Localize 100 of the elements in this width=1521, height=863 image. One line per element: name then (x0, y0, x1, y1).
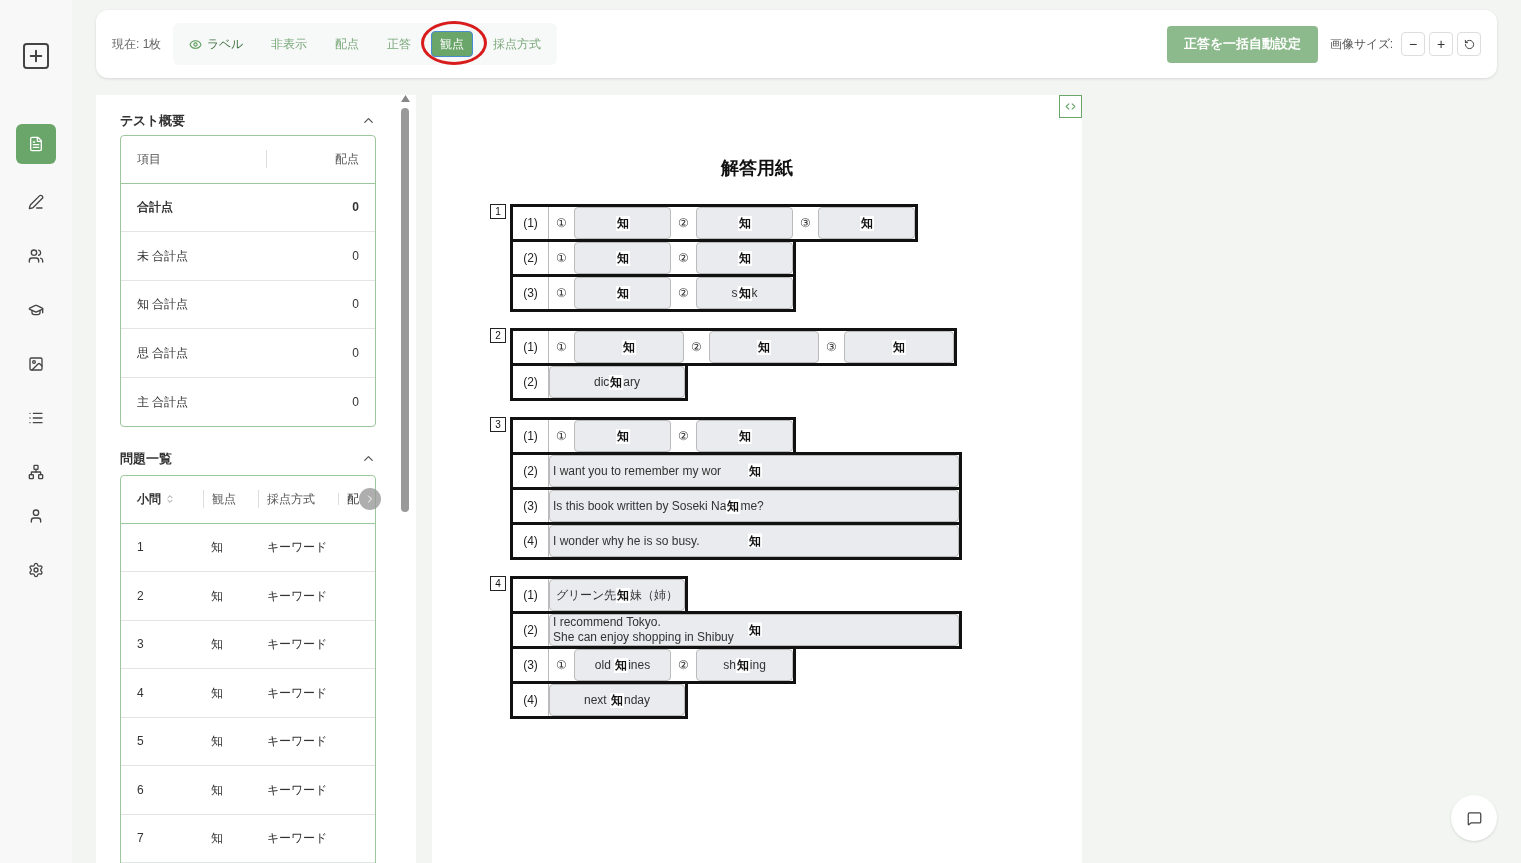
nav-button[interactable] (20, 40, 52, 72)
question-number: 1 (490, 204, 506, 219)
hierarchy-icon (28, 464, 44, 480)
viewpoint-badge: 知 (748, 622, 762, 637)
table-cell-text: キーワード (267, 539, 327, 557)
fit-width-button[interactable] (1059, 95, 1082, 118)
answer-text: 妹（姉） (630, 587, 678, 604)
size-button[interactable]: + (1429, 32, 1453, 56)
expand-width-icon (1064, 100, 1077, 113)
eye-icon (189, 37, 203, 51)
viewpoint-badge: 知 (609, 374, 624, 390)
sub-number: ① (555, 285, 568, 302)
viewpoint-badge: 知 (737, 428, 752, 444)
answer-text: dic (594, 374, 610, 391)
viewpoint-badge: 知 (614, 657, 629, 673)
current-sheet-label: 現在: 1枚 (112, 36, 162, 53)
pen-icon (28, 194, 44, 210)
mode-tab[interactable]: 採点方式 (485, 31, 550, 57)
table-cell-text: 未 合計点 (137, 247, 189, 265)
viewpoint-badge: 知 (737, 285, 752, 301)
answer-text: I recommend Tokyo. (553, 615, 661, 630)
table-cell-text: キーワード (267, 684, 327, 702)
sub-number: ② (690, 339, 703, 356)
table-cell-text: 0 (352, 344, 359, 362)
table-cell-text: 2 (137, 587, 145, 605)
viewpoint-badge: 知 (757, 339, 771, 355)
table-cell-text: 7 (137, 830, 145, 848)
document-icon (28, 136, 44, 152)
viewpoint-badge: 知 (622, 339, 636, 355)
sub-number: ① (555, 215, 568, 232)
sub-number: ③ (825, 339, 838, 356)
reset-size-button[interactable] (1457, 32, 1481, 56)
sub-number: ① (555, 250, 568, 267)
viewpoint-badge: 知 (748, 533, 762, 548)
sheet-title: 解答用紙 (721, 157, 793, 180)
sub-number: ② (677, 285, 690, 302)
size-button[interactable]: − (1401, 32, 1425, 56)
mode-tab[interactable]: 正答 (379, 31, 420, 57)
table-cell-text: 知 (211, 781, 224, 799)
table-cell-text: 6 (137, 781, 145, 799)
mode-tab[interactable]: 観点 (431, 31, 474, 57)
table-cell-text: 主 合計点 (137, 393, 189, 411)
table-cell-text: 0 (352, 393, 359, 411)
viewpoint-badge: 知 (737, 250, 752, 266)
column-header: 観点 (202, 490, 259, 508)
table-cell-text: 知 (211, 587, 224, 605)
image-icon (28, 356, 44, 372)
answer-text: s (731, 285, 738, 302)
table-cell-text: 4 (137, 684, 145, 702)
table-cell-text: キーワード (267, 830, 327, 848)
sub-number: ① (555, 657, 568, 674)
answer-text: old (594, 657, 612, 674)
viewpoint-badge: 知 (748, 463, 762, 478)
table-cell-text: 知 合計点 (137, 296, 189, 314)
table-cell-text: 0 (352, 199, 359, 217)
reset-icon (1463, 38, 1475, 50)
table-cell-text: 知 (211, 636, 224, 654)
chat-button[interactable] (1451, 795, 1497, 841)
table-cell-text: キーワード (267, 781, 327, 799)
table-cell-text: キーワード (267, 587, 327, 605)
answer-text: k (751, 285, 758, 302)
table-cell-text: キーワード (267, 636, 327, 654)
table-cell-text: 0 (352, 247, 359, 265)
image-size-label: 画像サイズ: (1329, 36, 1393, 53)
viewpoint-badge: 知 (615, 215, 630, 231)
viewpoint-badge: 知 (892, 339, 906, 355)
column-header: 配点 (334, 151, 359, 168)
answer-text: ines (628, 657, 651, 674)
column-header[interactable]: 小問 (137, 490, 203, 508)
viewpoint-badge: 知 (735, 657, 750, 673)
mode-tab[interactable]: ラベル (181, 31, 252, 57)
viewpoint-badge: 知 (615, 285, 630, 301)
highlight-ring (421, 21, 488, 65)
question-number: 4 (490, 576, 506, 591)
graduation-cap-icon (28, 302, 44, 318)
question-number: 3 (490, 417, 506, 432)
section-heading: 問題一覧 (120, 450, 172, 468)
sub-number: ② (677, 657, 690, 674)
table-cell-text: 0 (352, 296, 359, 314)
table-cell-text: 思 合計点 (137, 344, 189, 362)
viewpoint-badge: 知 (737, 215, 752, 231)
table-cell-text: 知 (211, 830, 224, 848)
mode-tab[interactable]: 配点 (327, 31, 368, 57)
answer-text: ary (623, 374, 640, 391)
scroll-up-icon (400, 95, 410, 102)
column-header: 配 (347, 491, 359, 508)
answer-text: next (583, 692, 608, 709)
mode-tab[interactable]: 非表示 (263, 31, 316, 57)
table-cell-text: 知 (211, 733, 224, 751)
answer-text: sh (723, 657, 736, 674)
answer-text: グリーン先 (556, 587, 616, 604)
question-number: 2 (490, 328, 506, 343)
sub-number: ② (677, 215, 690, 232)
table-cell-text: 5 (137, 733, 145, 751)
table-cell-text: 知 (211, 539, 224, 557)
viewpoint-badge: 知 (616, 587, 630, 603)
section-heading: テスト概要 (120, 112, 185, 130)
table-cell-text: 1 (137, 539, 145, 557)
row-label: (3) (513, 277, 549, 309)
scroll-right-button[interactable] (359, 487, 381, 510)
